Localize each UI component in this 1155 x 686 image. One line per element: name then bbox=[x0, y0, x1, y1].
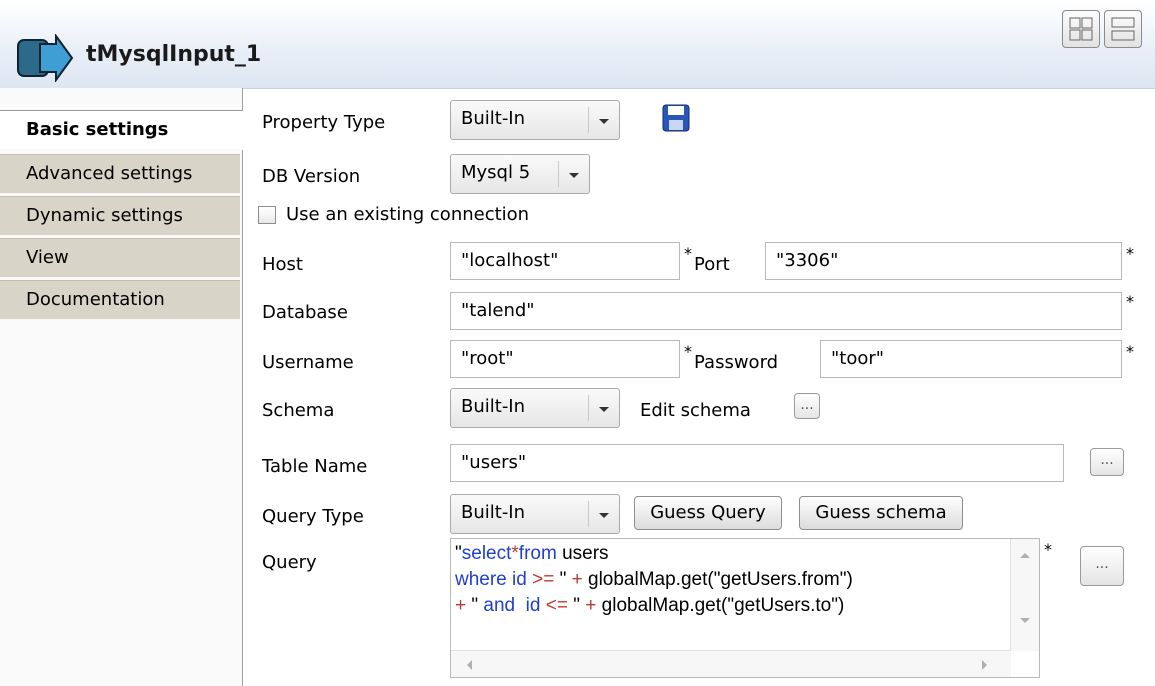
required-marker: * bbox=[684, 244, 692, 263]
db-version-select[interactable]: Mysql 5 bbox=[450, 154, 590, 194]
property-type-select[interactable]: Built-In bbox=[450, 100, 620, 140]
query-type-label: Query Type bbox=[262, 506, 364, 527]
query-vertical-scrollbar[interactable] bbox=[1010, 539, 1039, 651]
database-input[interactable]: "talend" bbox=[450, 292, 1122, 330]
host-input[interactable]: "localhost" bbox=[450, 242, 680, 280]
scroll-right-icon[interactable] bbox=[981, 659, 989, 671]
query-line: + " and id <= " + globalMap.get("getUser… bbox=[455, 595, 845, 616]
db-version-label: DB Version bbox=[262, 166, 361, 187]
table-name-browse-button[interactable]: ... bbox=[1090, 448, 1124, 476]
scroll-left-icon[interactable] bbox=[465, 659, 473, 671]
query-type-select[interactable]: Built-In bbox=[450, 494, 620, 534]
table-name-input[interactable]: "users" bbox=[450, 444, 1064, 482]
settings-sidebar: Basic settings Advanced settings Dynamic… bbox=[0, 88, 243, 686]
schema-label: Schema bbox=[262, 400, 335, 421]
grid-layout-icon bbox=[1069, 17, 1093, 41]
save-icon[interactable] bbox=[662, 104, 690, 132]
password-input[interactable]: "toor" bbox=[820, 340, 1122, 378]
scroll-down-icon[interactable] bbox=[1019, 617, 1031, 625]
chevron-down-icon bbox=[588, 107, 619, 133]
edit-schema-label: Edit schema bbox=[640, 400, 751, 421]
list-layout-icon bbox=[1111, 17, 1135, 41]
guess-query-button[interactable]: Guess Query bbox=[634, 496, 782, 530]
chevron-down-icon bbox=[558, 161, 589, 187]
required-marker: * bbox=[1126, 292, 1134, 311]
property-type-value: Built-In bbox=[461, 108, 526, 129]
query-line: where id >= " + globalMap.get("getUsers.… bbox=[455, 569, 853, 590]
required-marker: * bbox=[1126, 342, 1134, 361]
grid-view-button[interactable] bbox=[1062, 10, 1100, 48]
chevron-down-icon bbox=[588, 395, 619, 421]
component-title-bar: tMysqlInput_1 bbox=[0, 0, 1155, 89]
use-existing-connection-checkbox[interactable] bbox=[258, 206, 276, 224]
tab-dynamic-settings[interactable]: Dynamic settings bbox=[0, 196, 240, 236]
database-label: Database bbox=[262, 302, 348, 323]
tab-basic-settings[interactable]: Basic settings bbox=[0, 110, 243, 150]
query-type-value: Built-In bbox=[461, 502, 526, 523]
required-marker: * bbox=[684, 342, 692, 361]
component-icon bbox=[17, 34, 74, 82]
schema-value: Built-In bbox=[461, 396, 526, 417]
query-label: Query bbox=[262, 552, 317, 573]
list-view-button[interactable] bbox=[1104, 10, 1142, 48]
port-label: Port bbox=[694, 254, 730, 275]
password-label: Password bbox=[694, 352, 779, 373]
edit-schema-button[interactable]: ... bbox=[794, 393, 820, 419]
property-type-label: Property Type bbox=[262, 112, 386, 133]
query-editor[interactable]: "select*from users where id >= " + globa… bbox=[450, 538, 1040, 678]
host-label: Host bbox=[262, 254, 303, 275]
username-label: Username bbox=[262, 352, 354, 373]
username-input[interactable]: "root" bbox=[450, 340, 680, 378]
db-version-value: Mysql 5 bbox=[461, 162, 531, 183]
required-marker: * bbox=[1044, 540, 1052, 559]
use-existing-connection-label: Use an existing connection bbox=[286, 204, 530, 225]
tab-advanced-settings[interactable]: Advanced settings bbox=[0, 154, 240, 194]
query-line: "select*from users bbox=[455, 543, 609, 564]
query-horizontal-scrollbar[interactable] bbox=[451, 650, 1011, 677]
scroll-up-icon[interactable] bbox=[1019, 551, 1031, 559]
table-name-label: Table Name bbox=[262, 456, 368, 477]
port-input[interactable]: "3306" bbox=[765, 242, 1122, 280]
tab-view[interactable]: View bbox=[0, 238, 240, 278]
guess-schema-button[interactable]: Guess schema bbox=[799, 496, 963, 530]
tab-documentation[interactable]: Documentation bbox=[0, 280, 240, 320]
schema-select[interactable]: Built-In bbox=[450, 388, 620, 428]
component-title: tMysqlInput_1 bbox=[86, 42, 262, 67]
chevron-down-icon bbox=[588, 501, 619, 527]
required-marker: * bbox=[1126, 244, 1134, 263]
query-editor-button[interactable]: ... bbox=[1080, 546, 1124, 586]
